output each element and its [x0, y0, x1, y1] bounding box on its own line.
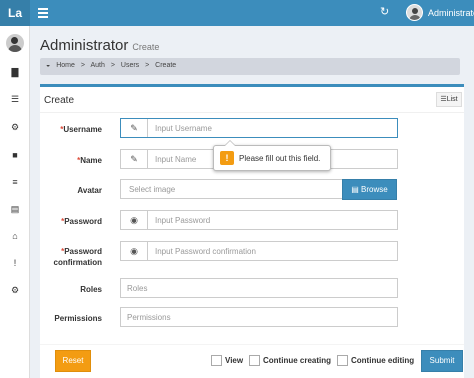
breadcrumb-separator: > [80, 62, 85, 69]
avatar-group [120, 179, 344, 199]
avatar-label: Avatar [77, 186, 102, 195]
gears-icon[interactable]: ⚙ [9, 284, 21, 296]
breadcrumb: ◒ Home > Auth > Users > Create [40, 58, 460, 75]
sliders-icon[interactable]: ≡ [9, 176, 21, 188]
sidebar: ▇ ☰ ⚙ ■ ≡ ▤ ⌂ ! ⚙ [0, 26, 30, 378]
reset-button[interactable]: Reset [55, 350, 91, 372]
breadcrumb-separator: > [110, 62, 115, 69]
cogs-icon[interactable]: ⚙ [9, 121, 21, 133]
sidebar-avatar [6, 34, 24, 52]
username-group: ✎ [120, 118, 398, 138]
roles-label: Roles [80, 285, 102, 294]
warning-icon: ! [220, 151, 234, 165]
username-input[interactable] [149, 119, 397, 137]
page-subtitle: Create [132, 42, 160, 52]
breadcrumb-auth[interactable]: Auth [90, 62, 104, 69]
list-icon[interactable]: ☰ [9, 93, 21, 105]
user-avatar[interactable] [406, 4, 423, 21]
permissions-select[interactable] [121, 308, 397, 326]
list-button[interactable]: ☰List [436, 92, 462, 107]
box-header: Create ☰List [40, 87, 464, 113]
top-navbar: La ↻ Administrator [0, 0, 474, 26]
refresh-icon[interactable]: ↻ [380, 7, 390, 18]
box-title: Create [44, 95, 75, 106]
validation-message: Please fill out this field. [239, 154, 321, 163]
continue-editing-checkbox[interactable]: Continue editing [337, 355, 414, 367]
permissions-label: Permissions [54, 314, 102, 323]
password-label: *Password [61, 217, 102, 226]
password-confirmation-group: ◉ [120, 241, 398, 261]
continue-creating-checkbox[interactable]: Continue creating [249, 355, 331, 367]
folder-open-icon: ▤ [351, 185, 359, 194]
username-label: *Username [60, 125, 102, 134]
password-input[interactable] [149, 211, 397, 229]
checkbox-icon[interactable] [337, 355, 348, 367]
permissions-group [120, 307, 398, 327]
menu-toggle-icon[interactable] [38, 6, 48, 20]
logo[interactable]: La [0, 0, 30, 26]
password-confirmation-label: *Password confirmation [53, 247, 102, 267]
validation-tooltip: ! Please fill out this field. [213, 140, 331, 171]
avatar-file-input[interactable] [123, 180, 343, 198]
submit-button[interactable]: Submit [421, 350, 463, 372]
pencil-icon: ✎ [121, 150, 148, 168]
database-icon[interactable]: ▤ [9, 203, 21, 215]
password-group: ◉ [120, 210, 398, 230]
breadcrumb-create: Create [155, 62, 177, 69]
eye-icon: ◉ [121, 211, 148, 229]
name-label: *Name [77, 156, 102, 165]
breadcrumb-home[interactable]: Home [56, 62, 75, 69]
file-icon[interactable]: ■ [9, 149, 21, 161]
user-name[interactable]: Administrator [428, 8, 474, 18]
page-title: Administrator Create [40, 37, 160, 54]
password-confirmation-input[interactable] [149, 242, 397, 260]
breadcrumb-separator: > [145, 62, 150, 69]
dashboard-icon: ◒ [46, 62, 51, 69]
breadcrumb-users[interactable]: Users [121, 62, 139, 69]
checkbox-icon[interactable] [211, 355, 222, 367]
view-checkbox[interactable]: View [211, 355, 243, 367]
bar-chart-icon[interactable]: ▇ [9, 66, 21, 78]
checkbox-icon[interactable] [249, 355, 260, 367]
eye-icon: ◉ [121, 242, 148, 260]
roles-group [120, 278, 398, 298]
bank-icon[interactable]: ⌂ [9, 230, 21, 242]
roles-select[interactable] [121, 279, 397, 297]
browse-button[interactable]: ▤ Browse [342, 179, 397, 200]
pencil-icon: ✎ [121, 119, 148, 137]
exclamation-icon[interactable]: ! [9, 257, 21, 269]
